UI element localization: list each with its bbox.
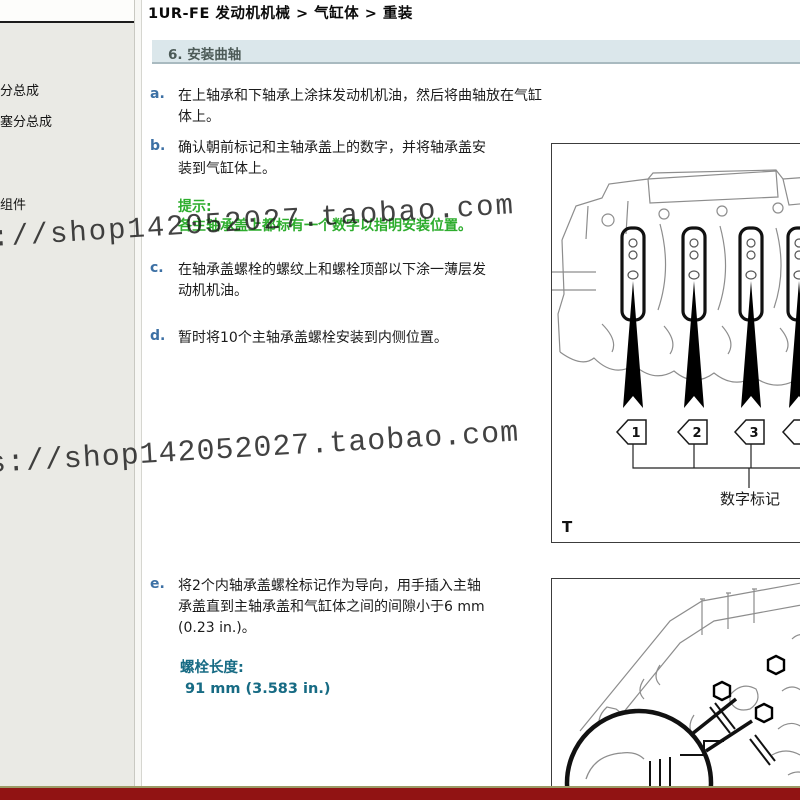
sidebar-divider [0,21,134,23]
hint-label: 提示: [178,199,212,215]
cap-bolts [712,654,786,724]
step-d-letter: d. [150,328,166,344]
bolt-length-spec: 螺栓长度: 91 mm (3.583 in.) [180,656,330,697]
spec-value: 91 mm (3.583 in.) [185,681,331,697]
number-tags [615,419,800,445]
step-e-text: 将2个内轴承盖螺栓标记作为导向，用手插入主轴 承盖直到主轴承盖和气缸体之间的间隙… [178,578,485,636]
sidebar-header-area [0,0,134,21]
bottom-red-bar [0,786,800,800]
step-b-text: 确认朝前标记和主轴承盖上的数字，并将轴承盖安 装到气缸体上。 [178,140,486,177]
sidebar-item-component[interactable]: 组件 [0,194,26,213]
section-header: 6. 安装曲轴 [152,40,800,64]
spec-label: 螺栓长度: [180,660,244,676]
step-d-text: 暂时将10个主轴承盖螺栓安装到内侧位置。 [178,330,448,346]
tag-1: 1 [631,426,640,441]
section-title: 6. 安装曲轴 [168,47,242,63]
step-e: e. 将2个内轴承盖螺栓标记作为导向，用手插入主轴 承盖直到主轴承盖和气缸体之间… [150,576,550,639]
tag-3: 3 [749,426,758,441]
step-c: c. 在轴承盖螺栓的螺纹上和螺栓顶部以下涂一薄层发 动机机油。 [150,260,550,302]
sidebar: 分总成 塞分总成 组件 [0,0,134,800]
page: 分总成 塞分总成 组件 1UR-FE 发动机机械 > 气缸体 > 重装 6. 安… [0,0,800,800]
step-a: a. 在上轴承和下轴承上涂抹发动机机油，然后将曲轴放在气缸体上。 [150,86,550,128]
main-bearing-caps [620,226,800,322]
tag-2: 2 [692,426,701,441]
step-a-letter: a. [150,86,165,102]
step-a-text: 在上轴承和下轴承上涂抹发动机机油，然后将曲轴放在气缸体上。 [178,88,542,125]
callout-lines [632,444,800,488]
position-arrows [623,281,800,408]
step-c-text: 在轴承盖螺栓的螺纹上和螺栓顶部以下涂一薄层发 动机机油。 [178,262,486,299]
breadcrumb: 1UR-FE 发动机机械 > 气缸体 > 重装 [148,6,413,22]
sidebar-item-assembly-2[interactable]: 塞分总成 [0,111,52,130]
engine-block-bottom-view-art: 1 2 3 数字标记 T [552,169,800,536]
step-d: d. 暂时将10个主轴承盖螺栓安装到内侧位置。 [150,328,550,349]
figure-bolt-insertion [551,578,800,800]
engine-block-angle-view-art [564,582,800,800]
hint-text: 各主轴承盖上都标有一个数字以指明安装位置。 [178,218,472,234]
step-e-letter: e. [150,576,165,592]
sidebar-splitter[interactable] [134,0,142,800]
step-b: b. 确认朝前标记和主轴承盖上的数字，并将轴承盖安 装到气缸体上。 [150,138,550,180]
figure-bearing-cap-numbers: 1 2 3 数字标记 T [551,143,800,543]
hint-block: 提示: 各主轴承盖上都标有一个数字以指明安装位置。 [178,196,578,236]
callout-label: 数字标记 [720,490,780,508]
sidebar-item-assembly-1[interactable]: 分总成 [0,80,39,99]
figure-corner-label: T [562,518,573,536]
step-b-letter: b. [150,138,166,154]
step-c-letter: c. [150,260,164,276]
